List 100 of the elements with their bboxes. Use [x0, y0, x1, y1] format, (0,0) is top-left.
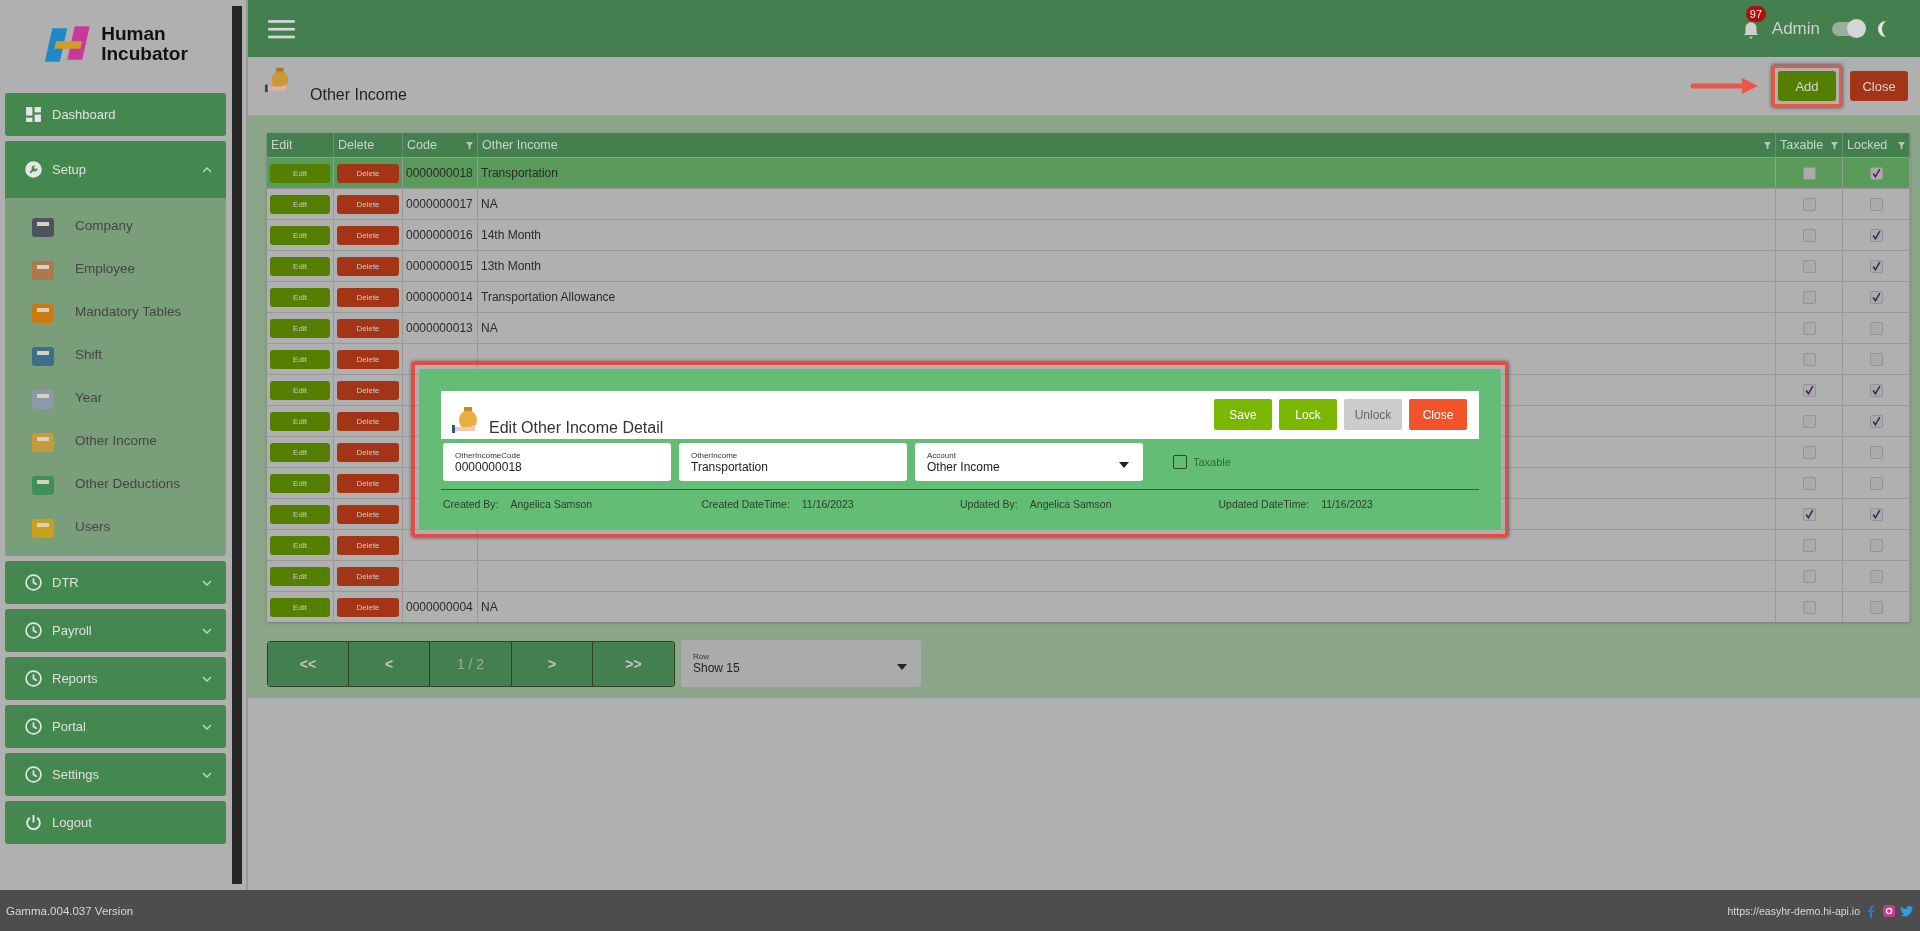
- dialog-button[interactable]: Lock: [1279, 399, 1337, 430]
- delete-button[interactable]: Delete: [337, 566, 399, 586]
- delete-button[interactable]: Delete: [337, 504, 399, 524]
- checkbox[interactable]: [1869, 167, 1883, 181]
- nav-subitem[interactable]: Mandatory Tables: [29, 290, 226, 333]
- checkbox[interactable]: [1869, 446, 1883, 460]
- checkbox[interactable]: [1869, 353, 1883, 367]
- checkbox[interactable]: [1869, 322, 1883, 336]
- edit-button[interactable]: Edit: [270, 535, 330, 555]
- filter-icon[interactable]: [1898, 141, 1905, 149]
- nav-subitem[interactable]: Employee: [29, 247, 226, 290]
- dialog-button[interactable]: Close: [1409, 399, 1467, 430]
- edit-button[interactable]: Edit: [270, 473, 330, 493]
- checkbox[interactable]: [1869, 570, 1883, 584]
- delete-button[interactable]: Delete: [337, 256, 399, 276]
- nav-subitem[interactable]: Company: [29, 204, 226, 247]
- checkbox[interactable]: [1802, 570, 1816, 584]
- account-dropdown[interactable]: Account Other Income: [915, 443, 1143, 481]
- column-header[interactable]: Edit: [271, 138, 293, 152]
- delete-button[interactable]: Delete: [337, 535, 399, 555]
- delete-button[interactable]: Delete: [337, 287, 399, 307]
- dialog-button[interactable]: Save: [1214, 399, 1272, 430]
- delete-button[interactable]: Delete: [337, 225, 399, 245]
- edit-button[interactable]: Edit: [270, 411, 330, 431]
- checkbox[interactable]: [1802, 322, 1816, 336]
- scrollbar[interactable]: [232, 6, 242, 884]
- checkbox[interactable]: [1802, 260, 1816, 274]
- delete-button[interactable]: Delete: [337, 380, 399, 400]
- edit-button[interactable]: Edit: [270, 597, 330, 617]
- nav-item[interactable]: Dashboard: [5, 93, 226, 136]
- filter-icon[interactable]: [1764, 141, 1771, 149]
- table-row[interactable]: Edit Delete: [267, 560, 1910, 592]
- last-page-button[interactable]: >>: [593, 641, 674, 686]
- checkbox[interactable]: [1869, 384, 1883, 398]
- next-page-button[interactable]: >: [512, 641, 593, 686]
- nav-subitem[interactable]: Other Deductions: [29, 462, 226, 505]
- nav-group[interactable]: Reports: [5, 657, 226, 700]
- edit-button[interactable]: Edit: [270, 566, 330, 586]
- checkbox[interactable]: [1869, 291, 1883, 305]
- first-page-button[interactable]: <<: [268, 641, 349, 686]
- checkbox[interactable]: [1802, 167, 1816, 181]
- instagram-icon[interactable]: [1882, 903, 1896, 918]
- nav-item[interactable]: Logout: [5, 801, 226, 844]
- nav-subitem[interactable]: Other Income: [29, 419, 226, 462]
- close-button[interactable]: Close: [1850, 71, 1908, 101]
- checkbox[interactable]: [1802, 198, 1816, 212]
- checkbox[interactable]: [1802, 601, 1816, 615]
- nav-group[interactable]: Payroll: [5, 609, 226, 652]
- column-header[interactable]: Other Income: [482, 138, 558, 152]
- delete-button[interactable]: Delete: [337, 163, 399, 183]
- input-field[interactable]: OtherIncomeCode 0000000018: [443, 443, 671, 481]
- edit-button[interactable]: Edit: [270, 442, 330, 462]
- table-row[interactable]: Edit Delete 0000000017 NA: [267, 188, 1910, 220]
- table-row[interactable]: Edit Delete 0000000013 NA: [267, 312, 1910, 344]
- checkbox[interactable]: [1802, 353, 1816, 367]
- delete-button[interactable]: Delete: [337, 194, 399, 214]
- table-row[interactable]: Edit Delete 0000000004 NA: [267, 591, 1910, 622]
- previous-page-button[interactable]: <: [349, 641, 430, 686]
- filter-icon[interactable]: [1831, 141, 1838, 149]
- edit-button[interactable]: Edit: [270, 504, 330, 524]
- edit-button[interactable]: Edit: [270, 163, 330, 183]
- user-name[interactable]: Admin: [1771, 18, 1820, 39]
- checkbox[interactable]: [1802, 477, 1816, 491]
- checkbox[interactable]: [1869, 198, 1883, 212]
- checkbox[interactable]: [1869, 260, 1883, 274]
- checkbox[interactable]: [1802, 415, 1816, 429]
- site-link[interactable]: https://easyhr-demo.hi-api.io: [1727, 904, 1860, 917]
- checkbox[interactable]: [1802, 229, 1816, 243]
- edit-button[interactable]: Edit: [270, 194, 330, 214]
- delete-button[interactable]: Delete: [337, 411, 399, 431]
- table-row[interactable]: Edit Delete 0000000016 14th Month: [267, 219, 1910, 251]
- delete-button[interactable]: Delete: [337, 473, 399, 493]
- edit-button[interactable]: Edit: [270, 225, 330, 245]
- edit-button[interactable]: Edit: [270, 349, 330, 369]
- table-row[interactable]: Edit Delete 0000000014 Transportation Allowance: [267, 281, 1910, 313]
- nav-group[interactable]: Portal: [5, 705, 226, 748]
- checkbox[interactable]: [1802, 508, 1816, 522]
- checkbox[interactable]: [1869, 229, 1883, 243]
- delete-button[interactable]: Delete: [337, 597, 399, 617]
- checkbox[interactable]: [1869, 601, 1883, 615]
- nav-group[interactable]: Settings: [5, 753, 226, 796]
- theme-toggle[interactable]: [1832, 21, 1864, 36]
- nav-subitem[interactable]: Users: [29, 505, 226, 548]
- filter-icon[interactable]: [466, 141, 473, 149]
- menu-icon[interactable]: [268, 18, 295, 39]
- rows-dropdown[interactable]: Row Show 15: [681, 640, 921, 687]
- edit-button[interactable]: Edit: [270, 256, 330, 276]
- nav-subitem[interactable]: Shift: [29, 333, 226, 376]
- delete-button[interactable]: Delete: [337, 442, 399, 462]
- edit-button[interactable]: Edit: [270, 318, 330, 338]
- checkbox[interactable]: [1869, 508, 1883, 522]
- add-button[interactable]: Add: [1778, 71, 1836, 101]
- checkbox[interactable]: [1802, 291, 1816, 305]
- checkbox[interactable]: [1869, 539, 1883, 553]
- nav-subitem[interactable]: Year: [29, 376, 226, 419]
- delete-button[interactable]: Delete: [337, 349, 399, 369]
- edit-button[interactable]: Edit: [270, 380, 330, 400]
- nav-group[interactable]: Setup: [5, 141, 226, 198]
- nav-group[interactable]: DTR: [5, 561, 226, 604]
- checkbox[interactable]: [1869, 477, 1883, 491]
